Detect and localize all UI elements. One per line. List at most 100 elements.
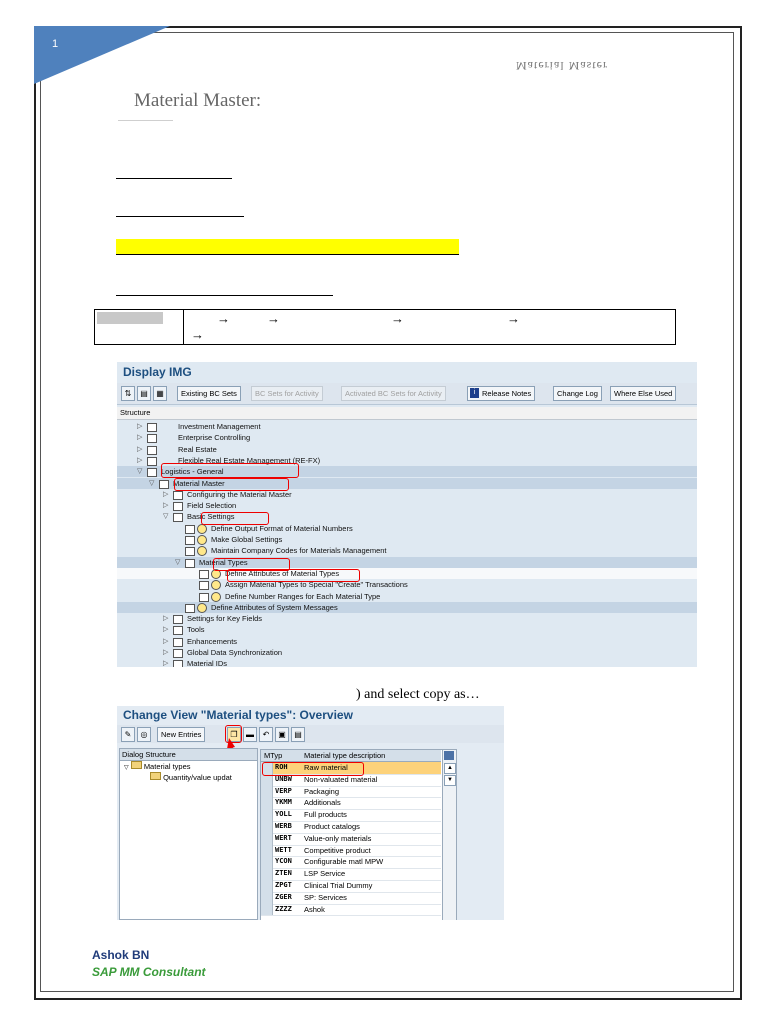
deselect-icon[interactable]: ▤ — [291, 727, 305, 742]
execute-icon[interactable] — [197, 546, 207, 557]
tree-node[interactable]: ▷ Real Estate — [117, 444, 697, 455]
structure-label: Structure — [120, 408, 151, 417]
release-notes-button[interactable]: i Release Notes — [467, 386, 536, 401]
save-variant-icon[interactable]: ▤ — [137, 386, 151, 401]
expand-icon[interactable]: ▷ — [163, 500, 168, 511]
activated-bc-sets-button[interactable]: Activated BC Sets for Activity — [341, 386, 446, 401]
row-selector[interactable] — [261, 868, 273, 880]
tree-node-label: Tools — [187, 625, 205, 635]
display-img-title: Display IMG — [123, 365, 192, 379]
execute-icon[interactable] — [197, 523, 207, 534]
print-icon[interactable]: ▦ — [153, 386, 167, 401]
document-icon — [185, 603, 195, 613]
expand-icon[interactable]: ▷ — [137, 421, 142, 432]
row-selector[interactable] — [261, 785, 273, 798]
execute-icon[interactable] — [197, 602, 207, 613]
change-log-button[interactable]: Change Log — [553, 386, 602, 401]
tree-node[interactable]: Maintain Company Codes for Materials Man… — [117, 545, 697, 557]
dialog-item-material-types[interactable]: ▽ Material types — [120, 761, 257, 772]
folder-icon — [130, 761, 142, 769]
tree-node[interactable]: ▷ Enhancements — [117, 636, 697, 647]
path-arrow: → — [391, 311, 404, 326]
column-settings-icon[interactable] — [444, 751, 454, 760]
tree-node-label: Define Number Ranges for Each Material T… — [225, 591, 381, 601]
expand-icon[interactable]: ▷ — [163, 489, 168, 500]
expand-icon[interactable]: ▷ — [163, 636, 168, 647]
display-change-icon[interactable]: ✎ — [121, 727, 135, 742]
expand-icon[interactable]: ▷ — [163, 647, 168, 658]
material-type-description: Packaging — [304, 786, 340, 796]
execute-icon[interactable] — [197, 535, 207, 545]
material-type-code: YKMM — [275, 798, 292, 807]
material-type-code: VERP — [275, 786, 292, 795]
new-entries-button[interactable]: New Entries — [157, 727, 206, 742]
row-selector[interactable] — [261, 891, 273, 904]
dialog-item-quantity-value[interactable]: Quantity/value updat — [120, 772, 257, 783]
display-img-toolbar: ⇅ ▤ ▦ Existing BC Sets BC Sets for Activ… — [117, 383, 697, 405]
expand-icon[interactable]: ▷ — [163, 658, 168, 667]
row-selector[interactable] — [261, 832, 273, 845]
material-type-code: ZPGT — [275, 881, 292, 889]
execute-icon[interactable] — [211, 591, 221, 602]
row-selector[interactable] — [261, 880, 273, 892]
find-icon[interactable]: ⇅ — [121, 386, 135, 401]
collapse-icon[interactable]: ▽ — [149, 478, 154, 489]
existing-bc-sets-button[interactable]: Existing BC Sets — [177, 386, 241, 401]
document-icon — [147, 434, 157, 444]
expand-icon[interactable]: ▷ — [137, 444, 142, 455]
tree-node-label: Define Attributes of System Messages — [211, 602, 338, 612]
document-icon — [147, 456, 157, 466]
row-selector[interactable] — [261, 821, 273, 833]
collapse-icon[interactable]: ▽ — [175, 557, 180, 568]
expand-icon[interactable]: ▷ — [163, 613, 168, 624]
row-selector[interactable] — [261, 856, 273, 869]
scroll-down-icon[interactable]: ▼ — [444, 775, 456, 786]
scroll-up-icon[interactable]: ▲ — [444, 763, 456, 774]
tree-node[interactable]: ▽ Material Types — [117, 556, 697, 568]
tree-node[interactable]: Assign Material Types to Special "Create… — [117, 579, 697, 591]
other-view-icon[interactable]: ◎ — [137, 727, 151, 742]
page-title: Material Master: — [134, 90, 262, 111]
row-selector[interactable] — [261, 809, 273, 821]
tree-node[interactable]: ▷ Investment Management — [117, 421, 697, 432]
row-selector[interactable] — [261, 903, 273, 916]
tree-node[interactable]: Define Attributes of Material Types — [117, 567, 697, 580]
document-icon — [185, 536, 195, 545]
tree-node[interactable]: ▷ Enterprise Controlling — [117, 432, 697, 444]
execute-icon[interactable] — [211, 580, 221, 591]
document-icon — [185, 558, 195, 568]
select-all-icon[interactable]: ▣ — [275, 727, 289, 742]
row-selector[interactable] — [261, 844, 273, 857]
title-rule — [118, 120, 173, 121]
document-icon — [199, 581, 209, 591]
instruction-text: ) and select copy as… — [356, 687, 480, 702]
material-type-code: WERB — [275, 822, 292, 830]
tree-node[interactable]: Make Global Settings — [117, 534, 697, 545]
tree-node[interactable]: ▷ Field Selection — [117, 500, 697, 512]
expand-icon[interactable]: ▷ — [137, 455, 142, 466]
tree-node-label: Material IDs — [187, 659, 228, 667]
tree-node[interactable]: ▷ Tools — [117, 624, 697, 636]
collapse-icon[interactable]: ▽ — [163, 511, 168, 522]
tree-node[interactable]: ▷ Global Data Synchronization — [117, 647, 697, 658]
table-scrollbar[interactable]: ▲ ▼ — [442, 750, 456, 920]
annotation-define-attributes — [227, 569, 360, 582]
where-else-used-button[interactable]: Where Else Used — [610, 386, 677, 401]
document-icon — [147, 445, 157, 455]
material-type-code: WETT — [275, 845, 292, 854]
bc-sets-activity-button[interactable]: BC Sets for Activity — [251, 386, 323, 401]
document-icon — [173, 615, 183, 625]
page-number: 1 — [52, 38, 59, 50]
material-type-description: Competitive product — [304, 845, 371, 855]
table-row[interactable]: ZZZZ Ashok — [261, 903, 441, 917]
expand-icon[interactable]: ▷ — [137, 432, 142, 443]
expand-icon[interactable]: ▷ — [163, 624, 168, 635]
path-divider — [183, 310, 184, 344]
tree-node[interactable]: ▷ Settings for Key Fields — [117, 613, 697, 625]
tree-node[interactable]: Define Attributes of System Messages — [117, 601, 697, 614]
tree-node-label: Enhancements — [187, 636, 238, 646]
collapse-icon[interactable]: ▽ — [137, 466, 142, 477]
row-selector[interactable] — [261, 797, 273, 810]
tree-node[interactable]: Define Number Ranges for Each Material T… — [117, 591, 697, 602]
tree-node[interactable]: ▷ Material IDs — [117, 658, 697, 667]
